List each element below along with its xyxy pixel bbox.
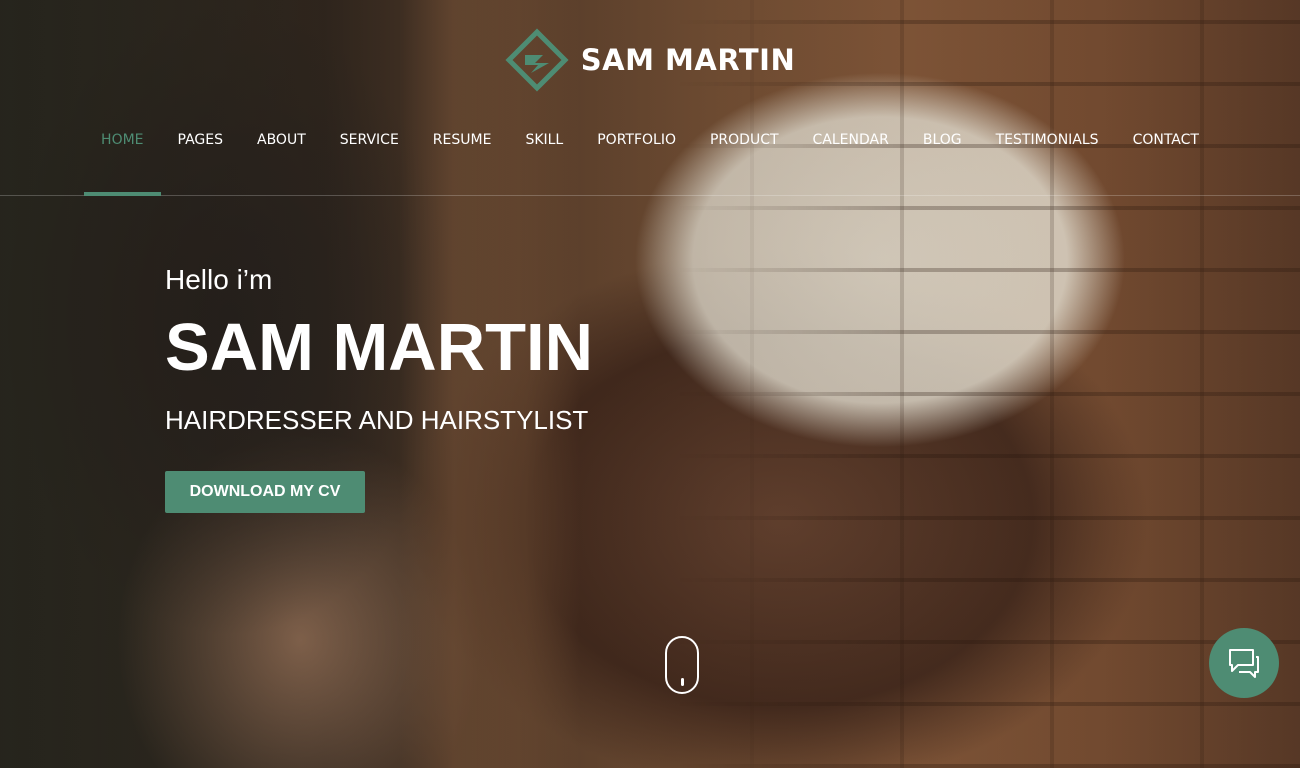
diamond-logo-icon [505, 28, 569, 92]
hero-name: SAM MARTIN [165, 310, 594, 385]
nav-item-resume[interactable]: RESUME [416, 116, 509, 196]
chat-button[interactable] [1209, 628, 1279, 698]
nav-item-product[interactable]: PRODUCT [693, 116, 796, 196]
nav-item-skill[interactable]: SKILL [508, 116, 580, 196]
scroll-mouse-icon[interactable] [665, 636, 699, 694]
hero-intro: Hello i’m SAM MARTIN HAIRDRESSER AND HAI… [165, 262, 593, 436]
hero-role: HAIRDRESSER AND HAIRSTYLIST [165, 405, 589, 435]
nav-item-about[interactable]: ABOUT [240, 116, 323, 196]
nav-item-calendar[interactable]: CALENDAR [796, 116, 906, 196]
brand-name: SAM MARTIN [580, 43, 796, 77]
nav-item-contact[interactable]: CONTACT [1116, 116, 1216, 196]
chat-bubbles-icon [1229, 649, 1259, 678]
main-nav: HOME PAGES ABOUT SERVICE RESUME SKILL PO… [0, 116, 1300, 196]
nav-item-blog[interactable]: BLOG [906, 116, 979, 196]
download-cv-button[interactable]: DOWNLOAD MY CV [165, 471, 365, 513]
nav-item-home[interactable]: HOME [84, 116, 162, 196]
hero-greeting: Hello i’m [165, 264, 273, 295]
nav-item-service[interactable]: SERVICE [323, 116, 416, 196]
nav-item-pages[interactable]: PAGES [161, 116, 240, 196]
brand[interactable]: SAM MARTIN [0, 28, 1300, 92]
nav-item-portfolio[interactable]: PORTFOLIO [580, 116, 693, 196]
nav-item-testimonials[interactable]: TESTIMONIALS [979, 116, 1116, 196]
